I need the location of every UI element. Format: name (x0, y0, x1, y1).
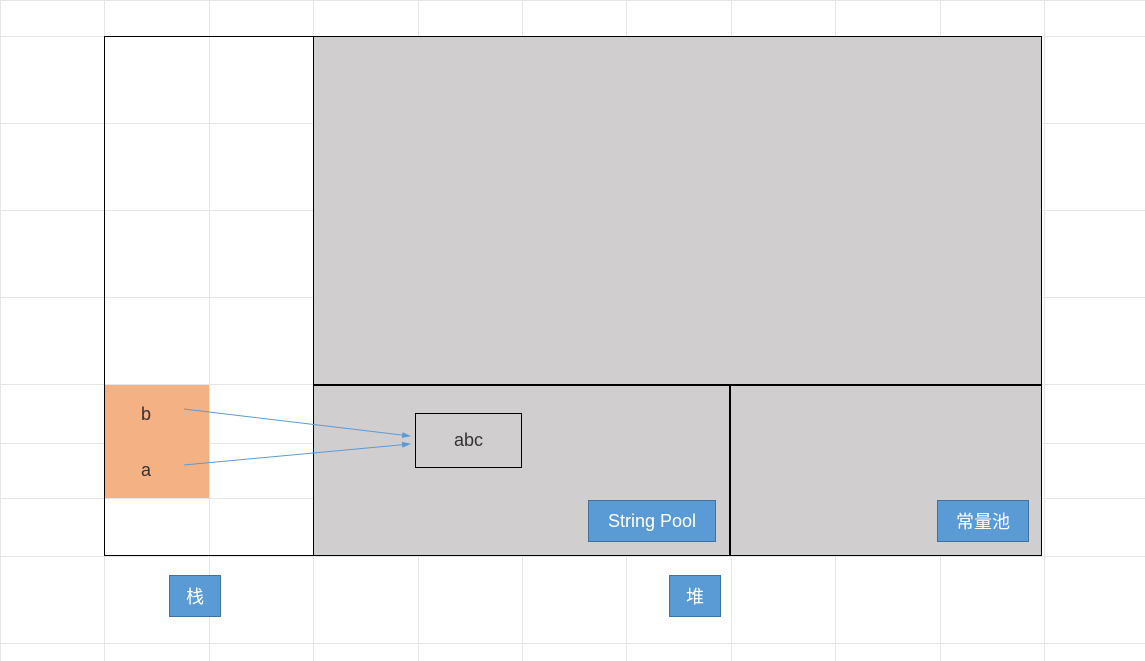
string-object-box: abc (415, 413, 522, 468)
stack-var-a-label: a (141, 460, 151, 481)
heap-label: 堆 (669, 575, 721, 617)
stack-label: 栈 (169, 575, 221, 617)
memory-outer-box (104, 36, 1042, 556)
stack-var-b-label: b (141, 404, 151, 425)
stack-cell-b: b (105, 385, 209, 443)
stack-cell-a: a (105, 443, 209, 498)
string-pool-label: String Pool (588, 500, 716, 542)
string-object-value: abc (454, 430, 483, 451)
constant-pool-label: 常量池 (937, 500, 1029, 542)
